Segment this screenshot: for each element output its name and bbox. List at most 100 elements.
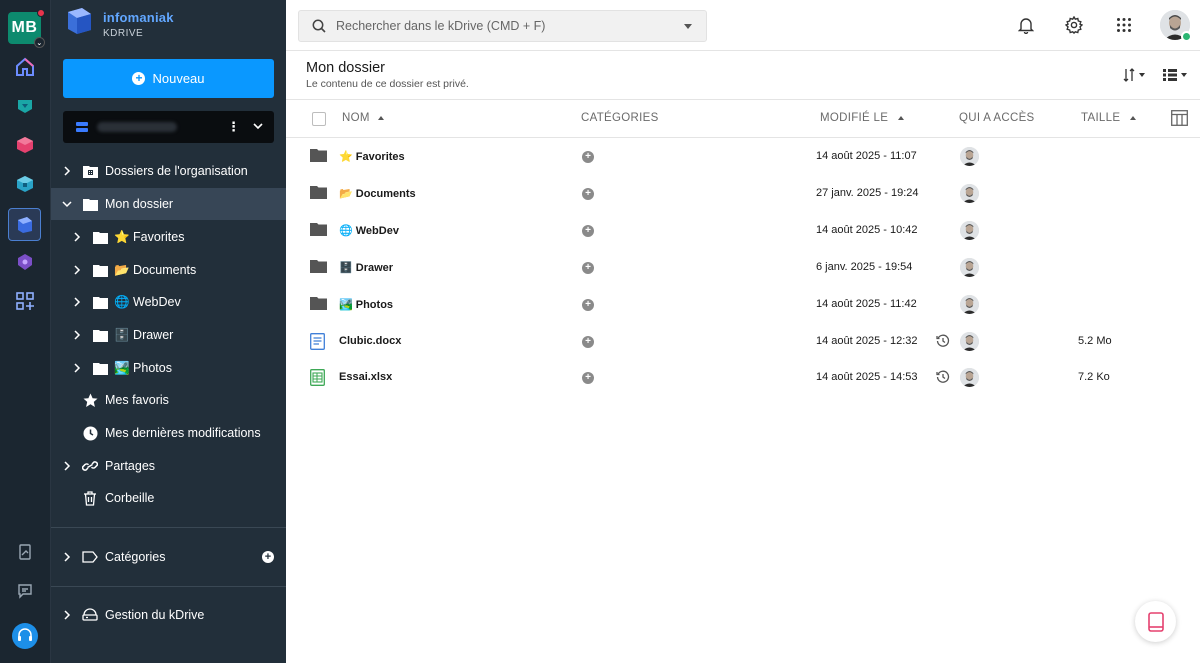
new-button[interactable]: + Nouveau bbox=[63, 59, 274, 98]
file-name[interactable]: 🗄️ Drawer bbox=[339, 261, 393, 274]
access-avatar[interactable] bbox=[960, 257, 979, 277]
table-row[interactable]: 🌐 WebDev +14 août 2025 - 10:42 bbox=[286, 212, 1200, 249]
chevron-right-icon[interactable] bbox=[62, 166, 72, 176]
chevron-right-icon[interactable] bbox=[72, 330, 82, 340]
file-name[interactable]: 🌐 WebDev bbox=[339, 224, 399, 237]
chevron-right-icon[interactable] bbox=[62, 461, 72, 471]
access-avatar[interactable] bbox=[960, 220, 979, 240]
file-name[interactable]: ⭐️ Favorites bbox=[339, 150, 405, 163]
file-name[interactable]: Clubic.docx bbox=[339, 335, 401, 347]
sidebar-item-documents-folder[interactable]: 📂 Documents bbox=[51, 254, 286, 286]
version-history-icon[interactable] bbox=[936, 334, 950, 351]
report-icon[interactable] bbox=[10, 537, 40, 567]
view-mode-button[interactable] bbox=[1163, 66, 1187, 84]
sidebar-item-recent-changes[interactable]: Mes dernières modifications bbox=[51, 417, 286, 449]
table-row[interactable]: 📂 Documents +27 janv. 2025 - 19:24 bbox=[286, 175, 1200, 212]
chevron-right-icon[interactable] bbox=[72, 265, 82, 275]
add-category-icon[interactable]: + bbox=[582, 335, 594, 348]
apps-grid-icon[interactable] bbox=[1112, 13, 1136, 37]
sort-button[interactable] bbox=[1123, 66, 1145, 84]
access-avatar[interactable] bbox=[960, 331, 979, 351]
table-row[interactable]: ⭐️ Favorites +14 août 2025 - 11:07 bbox=[286, 138, 1200, 175]
bell-icon[interactable] bbox=[1014, 13, 1038, 37]
more-options-icon[interactable]: ⋮ bbox=[227, 119, 240, 135]
column-label: NOM bbox=[342, 112, 370, 124]
drive-selector[interactable]: ⋮ bbox=[63, 111, 274, 143]
column-settings-icon[interactable] bbox=[1171, 110, 1188, 126]
kchat-icon[interactable] bbox=[10, 91, 40, 121]
add-category-icon[interactable]: + bbox=[582, 187, 594, 200]
account-initials: MB bbox=[11, 19, 38, 36]
support-icon[interactable] bbox=[10, 621, 40, 651]
sidebar-item-webdev-folder[interactable]: 🌐 WebDev bbox=[51, 286, 286, 318]
search-input[interactable] bbox=[336, 19, 666, 33]
column-size-header[interactable]: TAILLE bbox=[1081, 112, 1137, 124]
kdrive-cube-icon[interactable] bbox=[10, 169, 40, 199]
table-row[interactable]: Essai.xlsx +14 août 2025 - 14:53 7.2 Ko bbox=[286, 359, 1200, 396]
column-access-header[interactable]: QUI A ACCÈS bbox=[959, 112, 1035, 124]
help-book-button[interactable] bbox=[1135, 601, 1176, 642]
gear-icon[interactable] bbox=[1062, 13, 1086, 37]
search-bar[interactable] bbox=[298, 10, 707, 42]
sidebar-item-label: Mes dernières modifications bbox=[105, 426, 261, 440]
add-category-icon[interactable]: + bbox=[582, 151, 594, 163]
notification-dot bbox=[37, 9, 45, 17]
kdrive-app-icon[interactable] bbox=[8, 208, 41, 241]
file-name[interactable]: 📂 Documents bbox=[339, 187, 416, 200]
version-history-icon[interactable] bbox=[936, 370, 950, 387]
sidebar-item-partages[interactable]: Partages bbox=[51, 450, 286, 482]
sidebar-item-label: Gestion du kDrive bbox=[105, 608, 205, 622]
sidebar-item-label: 🗄️ Drawer bbox=[114, 327, 174, 342]
select-all-checkbox[interactable] bbox=[312, 112, 326, 126]
sidebar-item-label: Corbeille bbox=[105, 491, 155, 505]
access-avatar[interactable] bbox=[960, 294, 979, 314]
tag-icon bbox=[82, 549, 98, 565]
sidebar-item-organisation[interactable]: Dossiers de l'organisation bbox=[51, 155, 286, 187]
access-avatar[interactable] bbox=[960, 183, 979, 203]
sort-asc-icon bbox=[377, 116, 384, 120]
sidebar-item-categories[interactable]: Catégories + bbox=[51, 541, 286, 573]
file-name[interactable]: Essai.xlsx bbox=[339, 371, 392, 383]
sidebar-item-mes-favoris[interactable]: Mes favoris bbox=[51, 384, 286, 416]
kmeet-icon[interactable] bbox=[10, 247, 40, 277]
top-bar bbox=[286, 0, 1200, 51]
add-category-icon[interactable]: + bbox=[582, 224, 594, 237]
search-options-caret-icon[interactable] bbox=[684, 24, 692, 29]
feedback-icon[interactable] bbox=[10, 576, 40, 606]
table-row[interactable]: Clubic.docx +14 août 2025 - 12:32 5.2 Mo bbox=[286, 323, 1200, 360]
sidebar-item-label: 📂 Documents bbox=[114, 262, 197, 277]
table-row[interactable]: 🗄️ Drawer +6 janv. 2025 - 19:54 bbox=[286, 249, 1200, 286]
chevron-right-icon[interactable] bbox=[72, 363, 82, 373]
sidebar-item-label: Dossiers de l'organisation bbox=[105, 164, 248, 178]
add-category-icon[interactable]: + bbox=[582, 261, 594, 274]
sidebar-item-drawer-folder[interactable]: 🗄️ Drawer bbox=[51, 319, 286, 351]
page-subtitle: Le contenu de ce dossier est privé. bbox=[306, 78, 469, 90]
add-category-icon[interactable]: + bbox=[582, 372, 594, 385]
chevron-down-icon[interactable] bbox=[62, 200, 72, 208]
table-row[interactable]: 🏞️ Photos +14 août 2025 - 11:42 bbox=[286, 286, 1200, 323]
brand-name: infomaniak bbox=[103, 10, 174, 25]
chevron-right-icon[interactable] bbox=[72, 297, 82, 307]
account-switcher[interactable]: MB ⌄ bbox=[8, 9, 45, 48]
add-category-icon[interactable]: + bbox=[582, 298, 594, 311]
access-avatar[interactable] bbox=[960, 368, 979, 388]
file-name[interactable]: 🏞️ Photos bbox=[339, 298, 393, 311]
sidebar-item-mon-dossier[interactable]: Mon dossier bbox=[51, 188, 286, 220]
column-name-header[interactable]: NOM bbox=[342, 112, 384, 124]
folder-icon bbox=[92, 294, 108, 310]
chevron-right-icon[interactable] bbox=[72, 232, 82, 242]
access-avatar[interactable] bbox=[960, 147, 979, 166]
add-category-icon[interactable]: + bbox=[262, 551, 274, 563]
column-categories-header[interactable]: CATÉGORIES bbox=[581, 112, 659, 124]
chevron-right-icon[interactable] bbox=[62, 552, 72, 562]
kmail-icon[interactable] bbox=[10, 130, 40, 160]
chevron-down-icon[interactable] bbox=[252, 120, 264, 132]
sidebar-item-gestion-kdrive[interactable]: Gestion du kDrive bbox=[51, 599, 286, 631]
sidebar-item-corbeille[interactable]: Corbeille bbox=[51, 482, 286, 514]
home-icon[interactable] bbox=[10, 52, 40, 82]
sidebar-item-favorites-folder[interactable]: ⭐️ Favorites bbox=[51, 221, 286, 253]
column-modified-header[interactable]: MODIFIÉ LE bbox=[820, 112, 905, 124]
add-app-icon[interactable] bbox=[10, 286, 40, 316]
sidebar-item-photos-folder[interactable]: 🏞️ Photos bbox=[51, 352, 286, 384]
chevron-right-icon[interactable] bbox=[62, 610, 72, 620]
